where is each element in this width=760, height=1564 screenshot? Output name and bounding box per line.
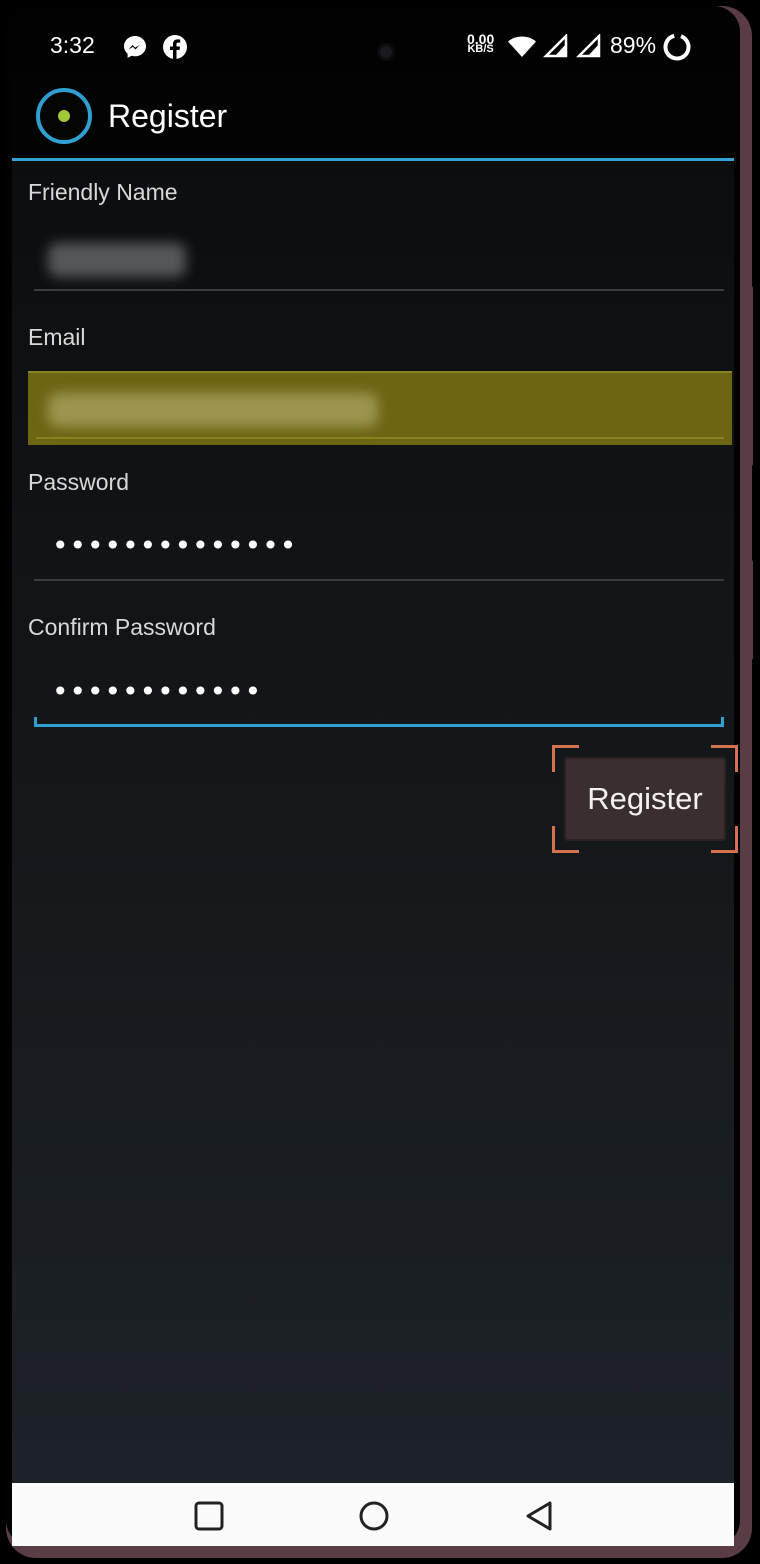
password-field[interactable]: •••••••••••••• xyxy=(34,511,724,581)
messenger-icon xyxy=(122,34,148,64)
status-bar: 3:32 0.00 KB/S 89% xyxy=(12,12,734,74)
password-label: Password xyxy=(28,469,129,495)
confirm-password-field[interactable]: •••••••••••• xyxy=(34,657,724,727)
power-button xyxy=(748,560,753,660)
status-time: 3:32 xyxy=(50,32,95,58)
email-field[interactable] xyxy=(28,371,732,445)
volume-button xyxy=(748,286,753,466)
register-button-highlight: Register xyxy=(552,745,738,853)
network-speed-unit: KB/S xyxy=(467,43,494,55)
home-icon[interactable] xyxy=(357,1499,391,1533)
page-title: Register xyxy=(108,98,228,134)
recents-icon[interactable] xyxy=(192,1499,226,1533)
app-bar: Register xyxy=(12,74,734,158)
battery-icon xyxy=(662,32,692,66)
register-button[interactable]: Register xyxy=(564,757,726,841)
register-form: Friendly Name Email Password •••••••••••… xyxy=(12,161,738,1483)
redacted-value xyxy=(48,393,378,427)
android-app-icon[interactable] xyxy=(36,88,92,144)
password-value: •••••••••••••• xyxy=(52,529,298,562)
network-speed: 0.00 KB/S xyxy=(467,32,494,55)
friendly-name-field[interactable] xyxy=(34,221,724,291)
signal-icon xyxy=(542,32,568,62)
battery-percent: 89% xyxy=(610,32,657,58)
redacted-value xyxy=(48,243,186,277)
confirm-password-value: •••••••••••• xyxy=(52,675,263,708)
navigation-bar xyxy=(12,1483,734,1546)
email-label: Email xyxy=(28,324,86,350)
front-camera xyxy=(380,46,392,58)
signal-icon-2 xyxy=(575,32,601,62)
facebook-icon xyxy=(162,34,188,64)
wifi-icon xyxy=(507,36,537,62)
friendly-name-label: Friendly Name xyxy=(28,179,178,205)
back-icon[interactable] xyxy=(522,1499,556,1533)
confirm-password-label: Confirm Password xyxy=(28,614,216,640)
